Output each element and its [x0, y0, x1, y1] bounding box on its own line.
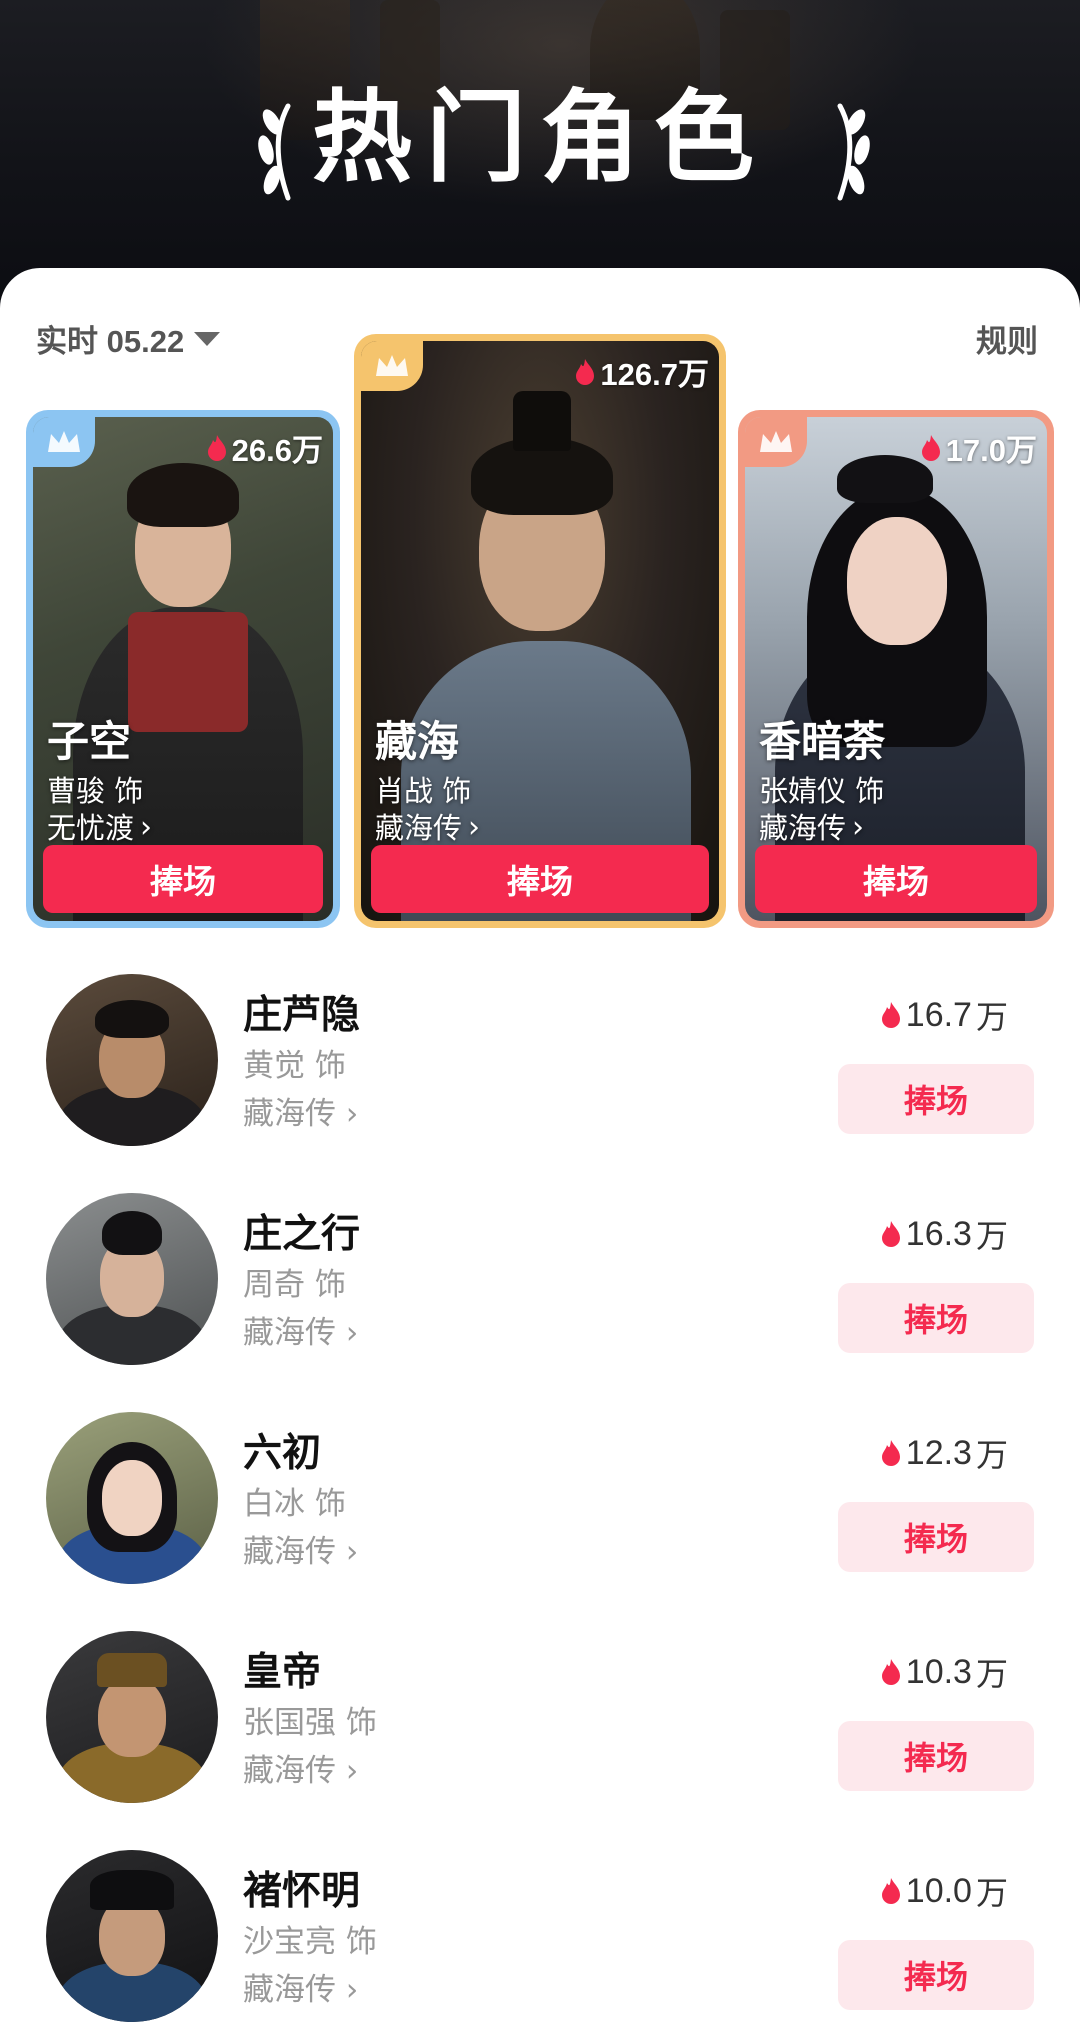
actor-name: 张国强 饰	[243, 1705, 377, 1741]
show-link[interactable]: 藏海传 ›	[243, 1964, 358, 2009]
chevron-right-icon: ›	[345, 1096, 359, 1132]
avatar[interactable]	[46, 1412, 218, 1584]
cheer-button[interactable]: 捧场	[838, 1064, 1034, 1134]
time-filter-label: 实时 05.22	[36, 323, 185, 359]
avatar[interactable]	[46, 974, 218, 1146]
character-name: 六初	[243, 1431, 322, 1476]
show-link[interactable]: 藏海传 ›	[243, 1526, 358, 1571]
actor-name: 周奇 饰	[243, 1267, 346, 1303]
actor-name: 白冰 饰	[243, 1486, 346, 1522]
flame-icon	[207, 434, 226, 461]
show-link[interactable]: 藏海传 ›	[375, 809, 480, 847]
show-link[interactable]: 无忧渡 ›	[47, 809, 152, 847]
list-item[interactable]: 六初 白冰 饰 藏海传 › 12.3 万 捧场	[0, 1412, 1080, 1612]
flame-icon	[881, 1878, 900, 1904]
cheer-button[interactable]: 捧场	[371, 845, 709, 913]
list-item[interactable]: 皇帝 张国强 饰 藏海传 › 10.3 万 捧场	[0, 1631, 1080, 1831]
show-link[interactable]: 藏海传 ›	[243, 1088, 358, 1133]
chevron-right-icon: ›	[345, 1753, 359, 1789]
actor-name: 张婧仪 饰	[759, 774, 885, 808]
cheer-button[interactable]: 捧场	[755, 845, 1037, 913]
flame-icon	[881, 1659, 900, 1685]
character-name: 皇帝	[243, 1650, 322, 1695]
heat-count: 16.3 万	[880, 1211, 1008, 1257]
chevron-right-icon: ›	[468, 810, 481, 845]
flame-icon	[881, 1221, 900, 1247]
character-name: 子空	[47, 717, 132, 766]
character-name: 藏海	[375, 717, 460, 766]
top-card-rank-3[interactable]: 17.0万 香暗荼 张婧仪 饰 藏海传 › 捧场	[738, 410, 1054, 928]
character-name: 褚怀明	[243, 1869, 361, 1914]
flame-icon	[881, 1440, 900, 1466]
cheer-button[interactable]: 捧场	[43, 845, 323, 913]
chevron-right-icon: ›	[345, 1534, 359, 1570]
flame-icon	[881, 1002, 900, 1028]
heat-count: 10.0 万	[880, 1868, 1008, 1914]
actor-name: 肖战 饰	[375, 774, 472, 808]
flame-icon	[921, 434, 940, 461]
chevron-right-icon: ›	[852, 810, 865, 845]
chevron-right-icon: ›	[140, 810, 153, 845]
list-item[interactable]: 褚怀明 沙宝亮 饰 藏海传 › 10.0 万 捧场	[0, 1850, 1080, 2043]
time-filter-dropdown[interactable]: 实时 05.22	[36, 318, 221, 359]
character-name: 庄之行	[243, 1212, 361, 1257]
avatar[interactable]	[46, 1193, 218, 1365]
character-name: 香暗荼	[759, 717, 886, 766]
avatar[interactable]	[46, 1850, 218, 2022]
rules-link[interactable]: 规则	[976, 316, 1038, 361]
heat-count: 17.0万	[920, 425, 1037, 470]
list-item[interactable]: 庄芦隐 黄觉 饰 藏海传 › 16.7 万 捧场	[0, 974, 1080, 1174]
heat-count: 16.7 万	[880, 992, 1008, 1038]
list-item[interactable]: 庄之行 周奇 饰 藏海传 › 16.3 万 捧场	[0, 1193, 1080, 1393]
actor-name: 沙宝亮 饰	[243, 1924, 377, 1960]
character-name: 庄芦隐	[243, 993, 361, 1038]
avatar[interactable]	[46, 1631, 218, 1803]
chevron-right-icon: ›	[345, 1972, 359, 2008]
cheer-button[interactable]: 捧场	[838, 1940, 1034, 2010]
show-link[interactable]: 藏海传 ›	[243, 1307, 358, 1352]
laurel-right-icon	[837, 103, 870, 201]
actor-name: 曹骏 饰	[47, 774, 144, 808]
show-link[interactable]: 藏海传 ›	[759, 809, 885, 847]
chevron-right-icon: ›	[345, 1315, 359, 1351]
heat-count: 12.3 万	[880, 1430, 1008, 1476]
flame-icon	[576, 358, 595, 385]
show-link[interactable]: 藏海传 ›	[243, 1745, 358, 1790]
crown-icon	[361, 341, 423, 391]
crown-icon	[33, 417, 95, 467]
crown-icon	[745, 417, 807, 467]
heat-count: 126.7万	[574, 349, 709, 394]
caret-down-icon	[194, 332, 221, 346]
cheer-button[interactable]: 捧场	[838, 1283, 1034, 1353]
page-title: 热门角色	[312, 79, 768, 196]
cheer-button[interactable]: 捧场	[838, 1721, 1034, 1791]
heat-count: 26.6万	[206, 425, 323, 470]
header-banner: 热门角色	[0, 0, 1080, 300]
top-card-rank-1[interactable]: 126.7万 藏海 肖战 饰 藏海传 › 捧场	[354, 334, 726, 928]
top-card-rank-2[interactable]: 26.6万 子空 曹骏 饰 无忧渡 › 捧场	[26, 410, 340, 928]
cheer-button[interactable]: 捧场	[838, 1502, 1034, 1572]
actor-name: 黄觉 饰	[243, 1048, 346, 1084]
heat-count: 10.3 万	[880, 1649, 1008, 1695]
